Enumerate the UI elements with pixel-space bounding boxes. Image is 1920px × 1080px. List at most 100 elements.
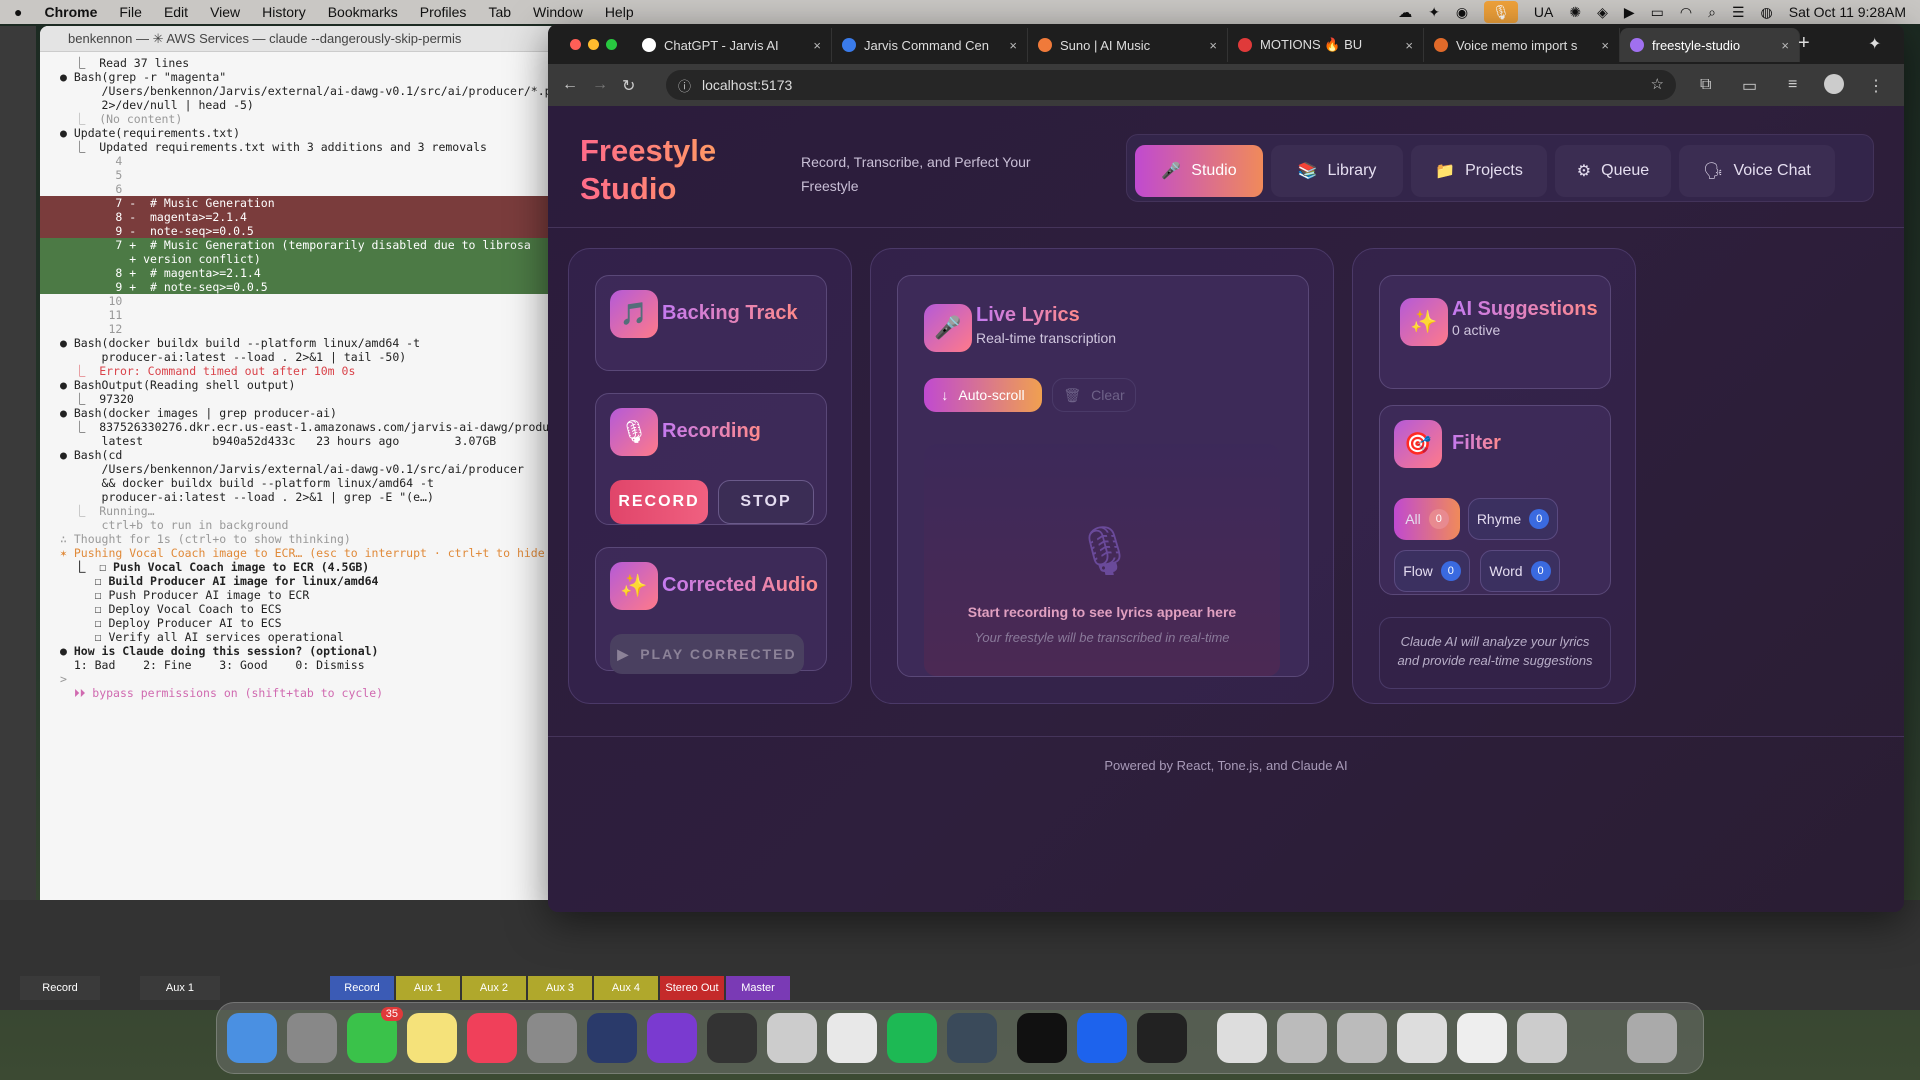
play-corrected-button[interactable]: ▶ PLAY CORRECTED [610,634,804,674]
avatar-status-icon[interactable]: ◉ [1456,4,1468,21]
filter-chip-flow[interactable]: Flow 0 [1394,550,1470,592]
menu-file[interactable]: File [119,4,142,20]
music-icon[interactable] [467,1013,517,1063]
window-thumbnail-icon[interactable] [1517,1013,1567,1063]
settings-icon[interactable] [527,1013,577,1063]
mixer-app-icon[interactable] [707,1013,757,1063]
terminal-window[interactable]: benkennon — ✳ AWS Services — claude --da… [40,26,556,901]
filter-chip-word[interactable]: Word 0 [1480,550,1560,592]
address-bar[interactable]: ⓘ localhost:5173 ☆ [666,70,1676,100]
messages-icon[interactable]: 35 [347,1007,403,1063]
menu-bookmarks[interactable]: Bookmarks [328,4,398,20]
profile-avatar[interactable] [1824,74,1844,94]
browser-tab[interactable]: MOTIONS 🔥 BU × [1228,28,1424,62]
terminal-icon[interactable] [1017,1013,1067,1063]
mixer-track-label[interactable]: Record [20,976,100,1000]
search-icon[interactable]: ⌕ [1708,4,1716,21]
site-info-icon[interactable]: ⓘ [678,76,691,95]
tab-library[interactable]: 📚 Library [1271,145,1403,197]
status-icon[interactable]: ☁ [1398,4,1412,21]
menu-edit[interactable]: Edit [164,4,188,20]
browser-tab[interactable]: Suno | AI Music × [1028,28,1228,62]
lyrics-area[interactable]: 🎙 Start recording to see lyrics appear h… [924,444,1280,676]
mixer-track-label[interactable]: Record [330,976,394,1000]
menu-tab[interactable]: Tab [488,4,511,20]
microphone-icon[interactable]: 🎙 [1484,1,1518,23]
battery-icon[interactable]: ▭ [1651,4,1664,21]
chrome-icon[interactable] [827,1013,877,1063]
back-icon[interactable]: ← [562,76,578,94]
mixer-track-label[interactable]: Aux 3 [528,976,592,1000]
clock[interactable]: Sat Oct 11 9:28AM [1789,4,1906,20]
minimize-window-icon[interactable] [588,39,599,50]
window-thumbnail-icon[interactable] [1397,1013,1447,1063]
control-center-icon[interactable]: ☰ [1732,4,1745,21]
tab-projects[interactable]: 📁 Projects [1411,145,1547,197]
bookmark-star-icon[interactable]: ☆ [1651,75,1664,93]
filter-chip-all[interactable]: All 0 [1394,498,1460,540]
record-button[interactable]: RECORD [610,480,708,524]
browser-tab[interactable]: ChatGPT - Jarvis AI × [632,28,832,62]
mixer-track-label[interactable]: Stereo Out [660,976,724,1000]
electron-icon[interactable] [947,1013,997,1063]
docker-icon[interactable] [1077,1013,1127,1063]
openai-icon[interactable]: ✺ [1569,4,1581,21]
menu-app-name[interactable]: Chrome [44,4,97,20]
close-tab-icon[interactable]: × [1209,38,1217,53]
media-icon[interactable]: ≡ [1788,76,1797,94]
disk-utility-icon[interactable] [767,1013,817,1063]
close-tab-icon[interactable]: × [1601,38,1609,53]
spotify-icon[interactable] [887,1013,937,1063]
auto-scroll-button[interactable]: ↓ Auto-scroll [924,378,1042,412]
notes-icon[interactable] [407,1013,457,1063]
menu-kebab-icon[interactable]: ⋮ [1868,76,1884,96]
browser-tab[interactable]: freestyle-studio × [1620,28,1800,62]
filter-chip-rhyme[interactable]: Rhyme 0 [1468,498,1558,540]
menu-profiles[interactable]: Profiles [420,4,467,20]
window-thumbnail-icon[interactable] [1277,1013,1327,1063]
close-tab-icon[interactable]: × [813,38,821,53]
audio-icon[interactable]: ◈ [1597,4,1608,21]
wifi-icon[interactable]: ◠ [1680,4,1692,21]
menu-view[interactable]: View [210,4,240,20]
forward-icon[interactable]: → [592,76,608,94]
launchpad-icon[interactable] [287,1013,337,1063]
window-thumbnail-icon[interactable] [1337,1013,1387,1063]
sparkle-icon[interactable]: ✦ [1428,4,1440,21]
trash-icon[interactable] [1627,1013,1677,1063]
stop-button[interactable]: STOP [718,480,814,524]
menu-history[interactable]: History [262,4,306,20]
mixer-track-label[interactable]: Aux 1 [140,976,220,1000]
cast-icon[interactable]: ▭ [1742,76,1757,96]
mixer-track-label[interactable]: Aux 1 [396,976,460,1000]
browser-tab[interactable]: Voice memo import s × [1424,28,1620,62]
finder-icon[interactable] [227,1013,277,1063]
tab-voice-chat[interactable]: 🗣 Voice Chat [1679,145,1835,197]
input-source[interactable]: UA [1534,4,1553,20]
tab-studio[interactable]: 🎤 Studio [1135,145,1263,197]
mixer-track-label[interactable]: Aux 2 [462,976,526,1000]
menu-help[interactable]: Help [605,4,634,20]
reload-icon[interactable]: ↻ [622,76,635,96]
tab-queue[interactable]: ⚙ Queue [1555,145,1671,197]
pro-tools-icon[interactable] [647,1013,697,1063]
close-tab-icon[interactable]: × [1405,38,1413,53]
browser-tab[interactable]: Jarvis Command Cen × [832,28,1028,62]
gemini-icon[interactable]: ✦ [1868,34,1881,54]
close-tab-icon[interactable]: × [1781,38,1789,53]
new-tab-icon[interactable]: + [1798,32,1810,55]
audio-app-icon[interactable] [587,1013,637,1063]
siri-icon[interactable]: ◍ [1761,4,1773,21]
close-window-icon[interactable] [570,39,581,50]
extensions-icon[interactable]: ⧉ [1700,76,1711,94]
maximize-window-icon[interactable] [606,39,617,50]
mixer-track-label[interactable]: Master [726,976,790,1000]
close-tab-icon[interactable]: × [1009,38,1017,53]
menu-window[interactable]: Window [533,4,583,20]
mixer-track-label[interactable]: Aux 4 [594,976,658,1000]
play-icon[interactable]: ▶ [1624,4,1635,21]
clear-button[interactable]: 🗑 Clear [1052,378,1136,412]
apple-icon[interactable]: ● [14,4,22,20]
window-thumbnail-icon[interactable] [1457,1013,1507,1063]
document-icon[interactable] [1217,1013,1267,1063]
